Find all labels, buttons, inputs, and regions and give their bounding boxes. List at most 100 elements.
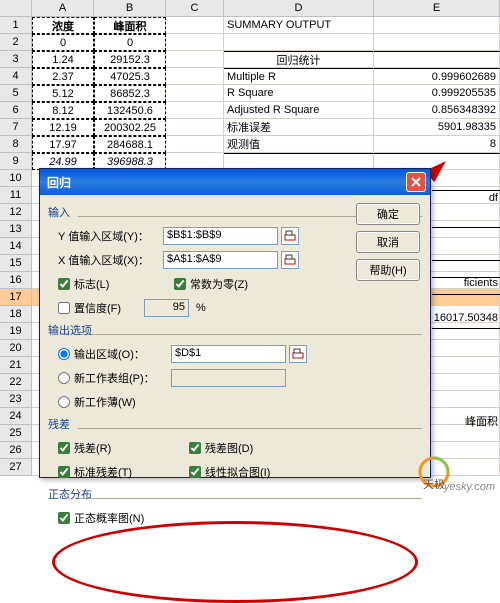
cell[interactable] xyxy=(374,34,500,51)
row-header[interactable]: 4 xyxy=(0,68,32,85)
row-header[interactable]: 21 xyxy=(0,357,32,374)
cell[interactable] xyxy=(166,17,224,34)
col-header-d[interactable]: D xyxy=(224,0,374,17)
row-header[interactable]: 10 xyxy=(0,170,32,187)
cell[interactable] xyxy=(374,17,500,34)
row-header[interactable]: 11 xyxy=(0,187,32,204)
cell[interactable]: Multiple R xyxy=(224,68,374,85)
help-button[interactable]: 帮助(H) xyxy=(356,259,420,281)
cell[interactable] xyxy=(224,34,374,51)
row-header[interactable]: 24 xyxy=(0,408,32,425)
ref-button[interactable] xyxy=(281,251,299,269)
new-sheet-radio[interactable] xyxy=(58,372,70,384)
row-header[interactable]: 12 xyxy=(0,204,32,221)
confidence-input[interactable]: 95 xyxy=(144,299,189,317)
ref-button[interactable] xyxy=(289,345,307,363)
row-header[interactable]: 6 xyxy=(0,102,32,119)
cell[interactable]: 5901.98335 xyxy=(374,119,500,136)
cell[interactable]: 200302.25 xyxy=(94,119,166,136)
cell[interactable]: 17.97 xyxy=(32,136,94,153)
cell[interactable]: 观测值 xyxy=(224,136,374,153)
cell[interactable]: 47025.3 xyxy=(94,68,166,85)
normal-plot-checkbox[interactable] xyxy=(58,512,70,524)
residual-checkbox[interactable] xyxy=(58,442,70,454)
output-range-radio[interactable] xyxy=(58,348,70,360)
cancel-button[interactable]: 取消 xyxy=(356,231,420,253)
output-range-input[interactable]: $D$1 xyxy=(171,345,286,363)
row-header[interactable]: 27 xyxy=(0,459,32,476)
cell[interactable]: 8 xyxy=(374,136,500,153)
cell[interactable] xyxy=(166,85,224,102)
cell[interactable]: 0 xyxy=(32,34,94,51)
residual-plot-checkbox[interactable] xyxy=(189,442,201,454)
cell[interactable] xyxy=(166,34,224,51)
cell[interactable]: 86852.3 xyxy=(94,85,166,102)
cell[interactable]: 0.856348392 xyxy=(374,102,500,119)
row-header[interactable]: 25 xyxy=(0,425,32,442)
cell[interactable]: 0 xyxy=(94,34,166,51)
cell[interactable]: 浓度 xyxy=(32,17,94,34)
col-header-c[interactable]: C xyxy=(166,0,224,17)
cell[interactable]: 12.19 xyxy=(32,119,94,136)
row-header[interactable]: 3 xyxy=(0,51,32,68)
row-header[interactable]: 14 xyxy=(0,238,32,255)
cell[interactable]: 29152.3 xyxy=(94,51,166,68)
ref-button[interactable] xyxy=(281,227,299,245)
row-header[interactable]: 1 xyxy=(0,17,32,34)
cell[interactable]: 132450.6 xyxy=(94,102,166,119)
row-header[interactable]: 2 xyxy=(0,34,32,51)
row-header[interactable]: 20 xyxy=(0,340,32,357)
labels-checkbox[interactable] xyxy=(58,278,70,290)
col-header-a[interactable]: A xyxy=(32,0,94,17)
row-header[interactable]: 16 xyxy=(0,272,32,289)
row-header[interactable]: 7 xyxy=(0,119,32,136)
zero-checkbox[interactable] xyxy=(174,278,186,290)
y-range-input[interactable]: $B$1:$B$9 xyxy=(163,227,278,245)
ok-button[interactable]: 确定 xyxy=(356,203,420,225)
row-header[interactable]: 13 xyxy=(0,221,32,238)
corner-cell[interactable] xyxy=(0,0,32,17)
confidence-checkbox[interactable] xyxy=(58,302,70,314)
cell[interactable]: 1.24 xyxy=(32,51,94,68)
row-header[interactable]: 8 xyxy=(0,136,32,153)
cell[interactable]: R Square xyxy=(224,85,374,102)
cell[interactable]: 峰面积 xyxy=(94,17,166,34)
close-button[interactable] xyxy=(406,172,426,192)
row-header[interactable]: 18 xyxy=(0,306,32,323)
dialog-titlebar[interactable]: 回归 xyxy=(40,169,430,195)
cell[interactable] xyxy=(166,102,224,119)
partial-text: df xyxy=(489,192,498,204)
row-header[interactable]: 22 xyxy=(0,374,32,391)
row-header[interactable]: 5 xyxy=(0,85,32,102)
cell[interactable] xyxy=(374,51,500,68)
std-residual-checkbox[interactable] xyxy=(58,466,70,478)
cell[interactable] xyxy=(166,119,224,136)
row-header[interactable]: 15 xyxy=(0,255,32,272)
new-book-radio[interactable] xyxy=(58,396,70,408)
cell[interactable]: SUMMARY OUTPUT xyxy=(224,17,374,34)
cell[interactable]: 回归统计 xyxy=(224,51,374,68)
cell[interactable]: 标准误差 xyxy=(224,119,374,136)
annotation-oval xyxy=(52,521,418,603)
cell[interactable]: 8.12 xyxy=(32,102,94,119)
cell[interactable]: 0.999602689 xyxy=(374,68,500,85)
row-header[interactable]: 26 xyxy=(0,442,32,459)
cell[interactable]: 284688.1 xyxy=(94,136,166,153)
cell[interactable]: 0.999205535 xyxy=(374,85,500,102)
cell[interactable] xyxy=(166,51,224,68)
cell[interactable] xyxy=(166,136,224,153)
cell[interactable]: Adjusted R Square xyxy=(224,102,374,119)
cell[interactable]: 5.12 xyxy=(32,85,94,102)
col-header-b[interactable]: B xyxy=(94,0,166,17)
new-sheet-input[interactable] xyxy=(171,369,286,387)
line xyxy=(432,227,500,228)
row-header[interactable]: 23 xyxy=(0,391,32,408)
row-header[interactable]: 19 xyxy=(0,323,32,340)
x-range-input[interactable]: $A$1:$A$9 xyxy=(163,251,278,269)
row-header[interactable]: 17 xyxy=(0,289,32,306)
cell[interactable]: 2.37 xyxy=(32,68,94,85)
fit-plot-checkbox[interactable] xyxy=(189,466,201,478)
cell[interactable] xyxy=(166,68,224,85)
col-header-e[interactable]: E xyxy=(374,0,500,17)
row-header[interactable]: 9 xyxy=(0,153,32,170)
